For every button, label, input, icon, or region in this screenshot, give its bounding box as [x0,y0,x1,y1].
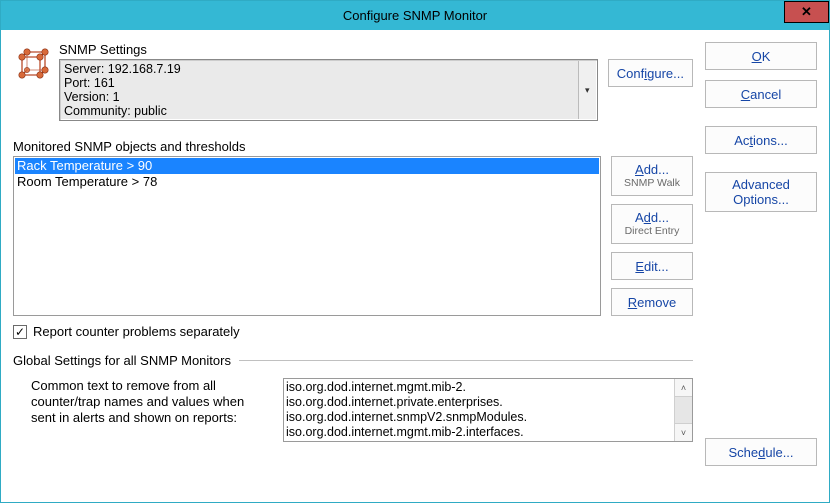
removal-textbox[interactable]: iso.org.dod.internet.mgmt.mib-2. iso.org… [283,378,693,442]
close-button[interactable]: ✕ [784,1,829,23]
chevron-down-icon: ˅ [681,428,686,438]
removal-line: iso.org.dod.internet.mgmt.mib-2.interfac… [286,425,672,440]
snmp-cube-icon [13,42,59,84]
add-snmp-walk-button[interactable]: Add... SNMP Walk [611,156,693,196]
schedule-button[interactable]: Schedule... [705,438,817,466]
snmp-dropdown-button[interactable]: ▾ [578,61,596,119]
ok-post: K [762,49,771,64]
chevron-down-icon: ▾ [585,83,590,97]
monitored-label: Monitored SNMP objects and thresholds [13,139,693,154]
cancel-u: C [741,87,750,102]
scroll-up-button[interactable]: ˄ [675,379,692,397]
edit-post: dit... [644,259,669,274]
list-item[interactable]: Room Temperature > 78 [15,174,599,190]
monitored-list-wrap: Rack Temperature > 90 Room Temperature >… [13,156,601,316]
ok-u: O [752,49,762,64]
divider [239,360,693,361]
titlebar: Configure SNMP Monitor ✕ [1,1,829,30]
cancel-button[interactable]: Cancel [705,80,817,108]
configure-button-wrap: Configure... [608,59,693,87]
schedule-post: ule... [765,445,793,460]
removal-line: iso.org.dod.internet.mgmt.mib-2. [286,380,672,395]
snmp-community-line: Community: public [64,104,579,118]
actions-post: ions... [753,133,788,148]
removal-line: iso.org.dod.internet.private.enterprises… [286,395,672,410]
list-item[interactable]: Rack Temperature > 90 [15,158,599,174]
dialog-window: Configure SNMP Monitor ✕ [0,0,830,503]
actions-pre: Ac [734,133,749,148]
monitored-section: Monitored SNMP objects and thresholds Ra… [13,139,693,316]
checkmark-icon: ✓ [15,326,25,338]
global-label: Common text to remove from all counter/t… [31,378,271,442]
main-column: SNMP Settings Server: 192.168.7.19 Port:… [13,42,693,490]
add-direct-u: d [644,210,651,225]
monitored-list[interactable]: Rack Temperature > 90 Room Temperature >… [13,156,601,316]
scroll-down-button[interactable]: ˅ [675,423,692,441]
dialog-body: SNMP Settings Server: 192.168.7.19 Port:… [1,30,829,502]
removal-scrollbar[interactable]: ˄ ˅ [674,379,692,441]
global-section: Global Settings for all SNMP Monitors Co… [13,353,693,442]
snmp-settings-dropdown[interactable]: Server: 192.168.7.19 Port: 161 Version: … [59,59,598,121]
scroll-track[interactable] [675,397,692,423]
snmp-settings-row: SNMP Settings Server: 192.168.7.19 Port:… [13,42,693,121]
report-checkbox[interactable]: ✓ [13,325,27,339]
snmp-settings-label: SNMP Settings [59,42,693,57]
add-walk-post: dd... [644,162,669,177]
remove-post: emove [637,295,676,310]
snmp-port-line: Port: 161 [64,76,579,90]
removal-lines: iso.org.dod.internet.mgmt.mib-2. iso.org… [284,379,674,441]
ok-button[interactable]: OK [705,42,817,70]
chevron-up-icon: ˄ [681,383,686,393]
advanced-line1: Advanced [732,177,790,192]
global-body: Common text to remove from all counter/t… [13,378,693,442]
configure-post: gure... [647,66,684,81]
add-direct-pre: A [635,210,644,225]
global-header-row: Global Settings for all SNMP Monitors [13,353,693,368]
edit-u: E [635,259,644,274]
add-direct-sub: Direct Entry [625,224,680,238]
add-walk-sub: SNMP Walk [624,176,680,190]
advanced-line2: Options... [733,192,789,207]
configure-pre: Conf [617,66,644,81]
remove-u: R [628,295,637,310]
report-checkbox-label: Report counter problems separately [33,324,240,339]
add-direct-entry-button[interactable]: Add... Direct Entry [611,204,693,244]
cancel-post: ancel [750,87,781,102]
report-checkbox-row[interactable]: ✓ Report counter problems separately [13,324,693,339]
snmp-settings-area: SNMP Settings Server: 192.168.7.19 Port:… [59,42,693,121]
close-icon: ✕ [801,4,812,20]
snmp-server-line: Server: 192.168.7.19 [64,62,579,76]
add-direct-post: d... [651,210,669,225]
configure-button[interactable]: Configure... [608,59,693,87]
removal-line: iso.org.dod.internet.snmpV2.snmpModules. [286,410,672,425]
right-button-column: OK Cancel Actions... Advanced Options...… [705,42,817,490]
advanced-options-button[interactable]: Advanced Options... [705,172,817,212]
snmp-settings-box-wrap: Server: 192.168.7.19 Port: 161 Version: … [59,59,693,121]
edit-button[interactable]: Edit... [611,252,693,280]
actions-button[interactable]: Actions... [705,126,817,154]
snmp-version-line: Version: 1 [64,90,579,104]
window-title: Configure SNMP Monitor [1,8,829,23]
global-header: Global Settings for all SNMP Monitors [13,353,231,368]
monitored-buttons: Add... SNMP Walk Add... Direct Entry Edi… [611,156,693,316]
cube-icon [13,48,59,84]
remove-button[interactable]: Remove [611,288,693,316]
add-walk-u: A [635,162,644,177]
schedule-pre: Sche [728,445,758,460]
